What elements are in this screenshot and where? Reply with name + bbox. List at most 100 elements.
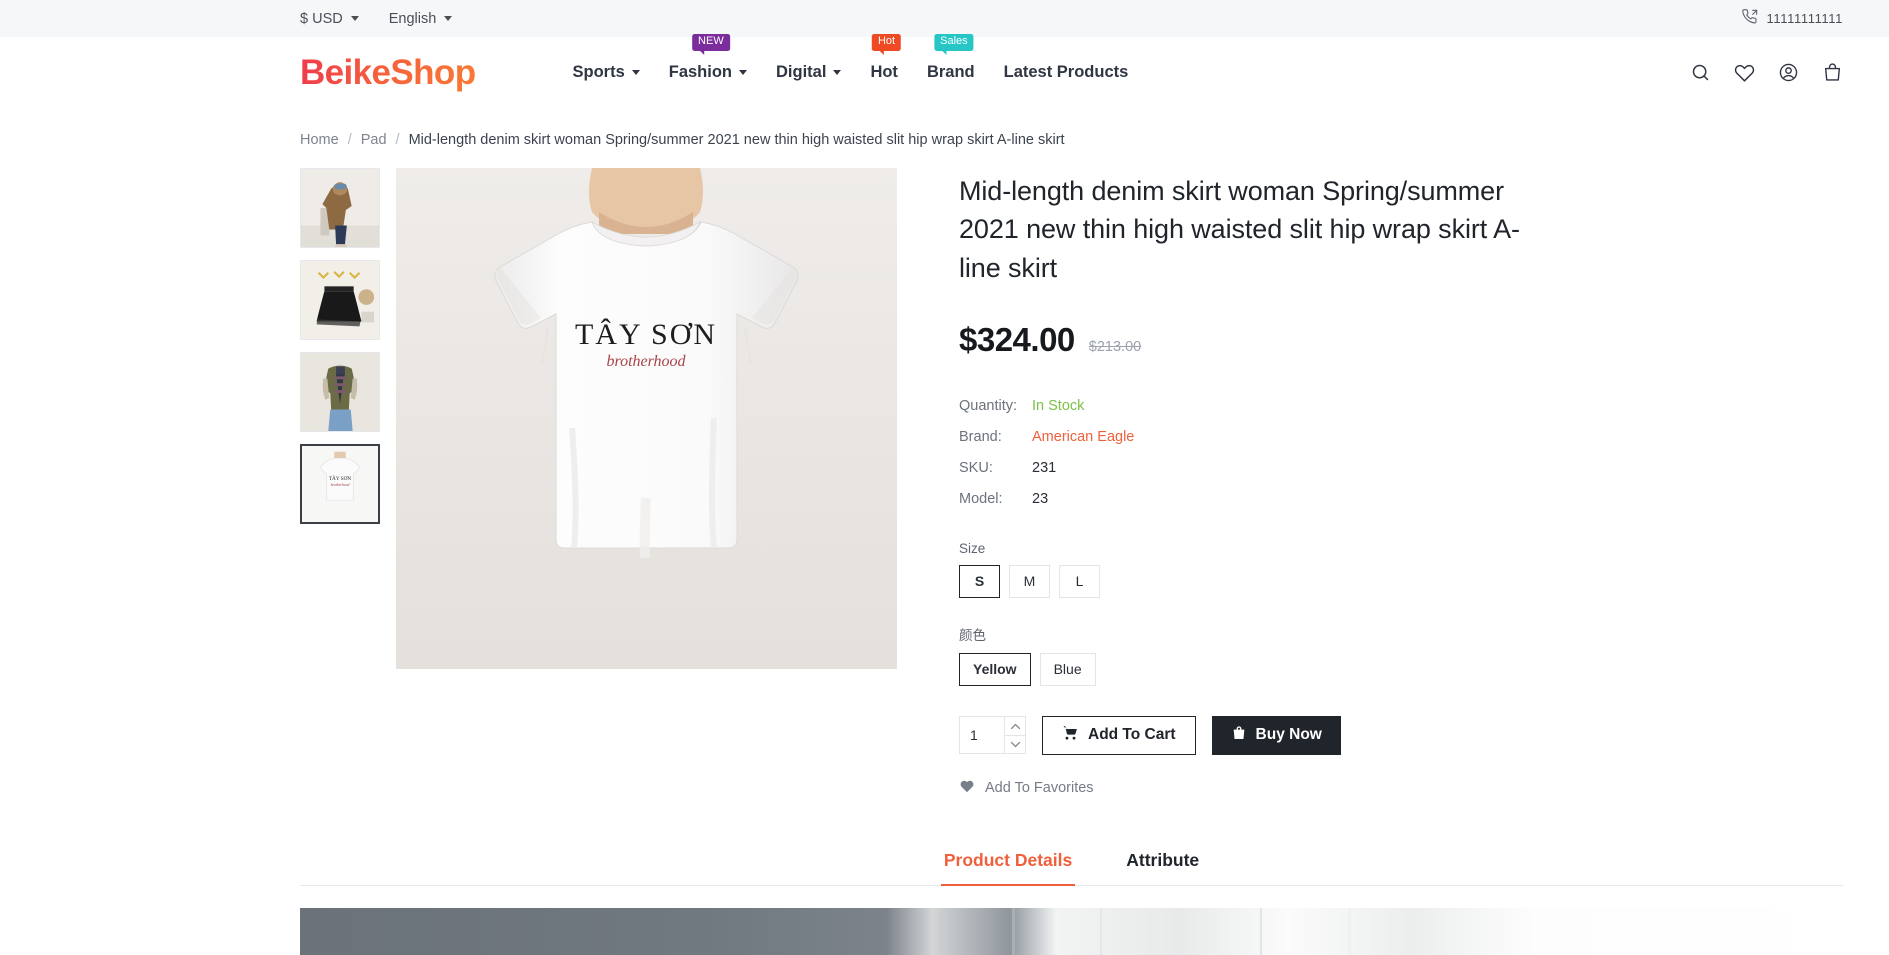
heart-filled-icon	[960, 780, 974, 793]
thumbnail-4[interactable]: TÂY SƠN brotherhood	[300, 444, 380, 524]
breadcrumb-current: Mid-length denim skirt woman Spring/summ…	[408, 132, 1065, 148]
breadcrumb-separator: /	[347, 132, 352, 148]
nav-label: Hot	[870, 63, 898, 81]
tab-attribute[interactable]: Attribute	[1123, 840, 1202, 886]
product-attributes: Quantity: In Stock Brand: American Eagle…	[959, 391, 1537, 515]
detail-image-svg	[300, 907, 1843, 955]
thumbnail-image-leopard-jacket	[301, 169, 379, 247]
nav-item-hot[interactable]: Hot Hot	[870, 34, 902, 96]
price-block: $324.00 $213.00	[959, 321, 1537, 359]
quantity-input[interactable]	[960, 717, 1004, 754]
attribute-row-quantity: Quantity: In Stock	[959, 391, 1537, 422]
nav-item-brand[interactable]: Sales Brand	[926, 34, 975, 96]
purchase-controls: Add To Cart Buy Now	[959, 715, 1537, 755]
sku-value: 231	[1032, 460, 1057, 477]
nav-item-fashion[interactable]: NEW Fashion	[669, 34, 748, 96]
heart-icon	[959, 778, 975, 798]
attribute-row-model: Model: 23	[959, 484, 1537, 515]
nav-label: Sports	[572, 63, 625, 81]
nav-label: Brand	[926, 63, 975, 81]
buy-now-button[interactable]: Buy Now	[1211, 715, 1341, 755]
thumbnail-list: TÂY SƠN brotherhood	[300, 168, 380, 798]
site-logo[interactable]: BeikeShop	[300, 53, 476, 93]
thumbnail-image-olive-jacket	[301, 353, 379, 431]
main-navigation: Sports NEW Fashion Digital Hot Hot Sales…	[572, 34, 1129, 96]
add-to-favorites-label: Add To Favorites	[985, 779, 1094, 796]
brand-link[interactable]: American Eagle	[1032, 429, 1134, 445]
svg-text:TÂY SƠN: TÂY SƠN	[575, 318, 717, 351]
nav-badge-sales: Sales	[934, 34, 974, 55]
product-title: Mid-length denim skirt woman Spring/summ…	[959, 176, 1520, 283]
language-label: English	[388, 10, 437, 27]
attribute-label: Model:	[959, 491, 1003, 508]
main-product-image[interactable]: TÂY SƠN brotherhood	[396, 168, 897, 669]
product-section: TÂY SƠN brotherhood TÂY SƠN brotherhood …	[0, 148, 1889, 798]
size-option-s[interactable]: S	[959, 564, 1000, 598]
size-buttons: S M L	[959, 564, 1537, 598]
thumbnail-image-black-skirt	[301, 261, 379, 339]
cart-bag-icon[interactable]	[1822, 62, 1843, 83]
currency-label: $ USD	[300, 10, 343, 27]
thumbnail-2[interactable]	[300, 260, 380, 340]
contact-phone[interactable]: 11111111111	[1741, 9, 1843, 28]
breadcrumb-category[interactable]: Pad	[361, 132, 387, 148]
topbar-selectors: $ USD English	[300, 11, 453, 27]
tab-product-details[interactable]: Product Details	[940, 840, 1076, 886]
nav-item-digital[interactable]: Digital	[776, 49, 842, 96]
nav-badge-new: NEW	[692, 34, 730, 55]
shopping-cart-icon	[1063, 726, 1077, 741]
nav-badge-hot: Hot	[871, 34, 902, 55]
nav-item-sports[interactable]: Sports	[572, 49, 640, 96]
nav-label: Digital	[776, 63, 827, 81]
top-bar: $ USD English 11111111111	[0, 0, 1889, 37]
thumbnail-image-white-tshirt: TÂY SƠN brotherhood	[302, 446, 378, 522]
language-selector[interactable]: English	[389, 11, 453, 27]
quantity-spinners	[1004, 717, 1025, 754]
add-to-cart-label: Add To Cart	[1088, 726, 1176, 744]
size-option-l[interactable]: L	[1059, 564, 1100, 598]
add-to-favorites-button[interactable]: Add To Favorites	[959, 778, 1537, 798]
svg-text:brotherhood: brotherhood	[606, 353, 686, 370]
thumbnail-1[interactable]	[300, 168, 380, 248]
model-value: 23	[1032, 491, 1049, 508]
header-actions	[1690, 62, 1843, 83]
attribute-row-sku: SKU: 231	[959, 453, 1537, 484]
breadcrumb-separator: /	[395, 132, 400, 148]
quantity-stepper[interactable]	[959, 716, 1026, 755]
svg-text:brotherhood: brotherhood	[331, 483, 350, 487]
size-option-group: Size S M L	[959, 541, 1537, 598]
chevron-down-icon	[350, 16, 359, 21]
breadcrumb-home[interactable]: Home	[300, 132, 339, 148]
color-option-blue[interactable]: Blue	[1039, 652, 1096, 686]
add-to-cart-button[interactable]: Add To Cart	[1042, 715, 1196, 755]
svg-text:TÂY SƠN: TÂY SƠN	[329, 474, 352, 482]
attribute-label: Quantity:	[959, 398, 1018, 415]
chevron-up-icon	[1010, 723, 1020, 729]
search-icon[interactable]	[1690, 62, 1711, 83]
quantity-decrease-button[interactable]	[1005, 734, 1025, 754]
currency-selector[interactable]: $ USD	[300, 11, 359, 27]
size-option-m[interactable]: M	[1009, 564, 1050, 598]
chevron-down-icon	[631, 70, 640, 75]
shopping-bag-icon	[1233, 726, 1244, 739]
wishlist-heart-icon[interactable]	[1734, 62, 1755, 83]
color-label: 颜色	[959, 627, 986, 643]
color-buttons: Yellow Blue	[959, 652, 1537, 686]
product-detail-image	[300, 907, 1843, 955]
original-price: $213.00	[1088, 338, 1142, 355]
bag-icon	[1231, 725, 1247, 746]
product-tabs-section: Product Details Attribute	[0, 840, 1889, 886]
phone-number: 11111111111	[1766, 11, 1843, 26]
current-price: $324.00	[959, 320, 1075, 358]
color-option-yellow[interactable]: Yellow	[959, 652, 1031, 686]
quantity-increase-button[interactable]	[1005, 717, 1025, 735]
phone-icon	[1741, 9, 1758, 28]
site-header: BeikeShop Sports NEW Fashion Digital Hot…	[0, 34, 1889, 108]
attribute-row-brand: Brand: American Eagle	[959, 422, 1537, 453]
stock-status: In Stock	[1032, 398, 1085, 415]
thumbnail-3[interactable]	[300, 352, 380, 432]
chevron-down-icon	[833, 70, 842, 75]
size-label: Size	[959, 540, 986, 556]
account-icon[interactable]	[1778, 62, 1799, 83]
nav-item-latest-products[interactable]: Latest Products	[1004, 49, 1129, 96]
